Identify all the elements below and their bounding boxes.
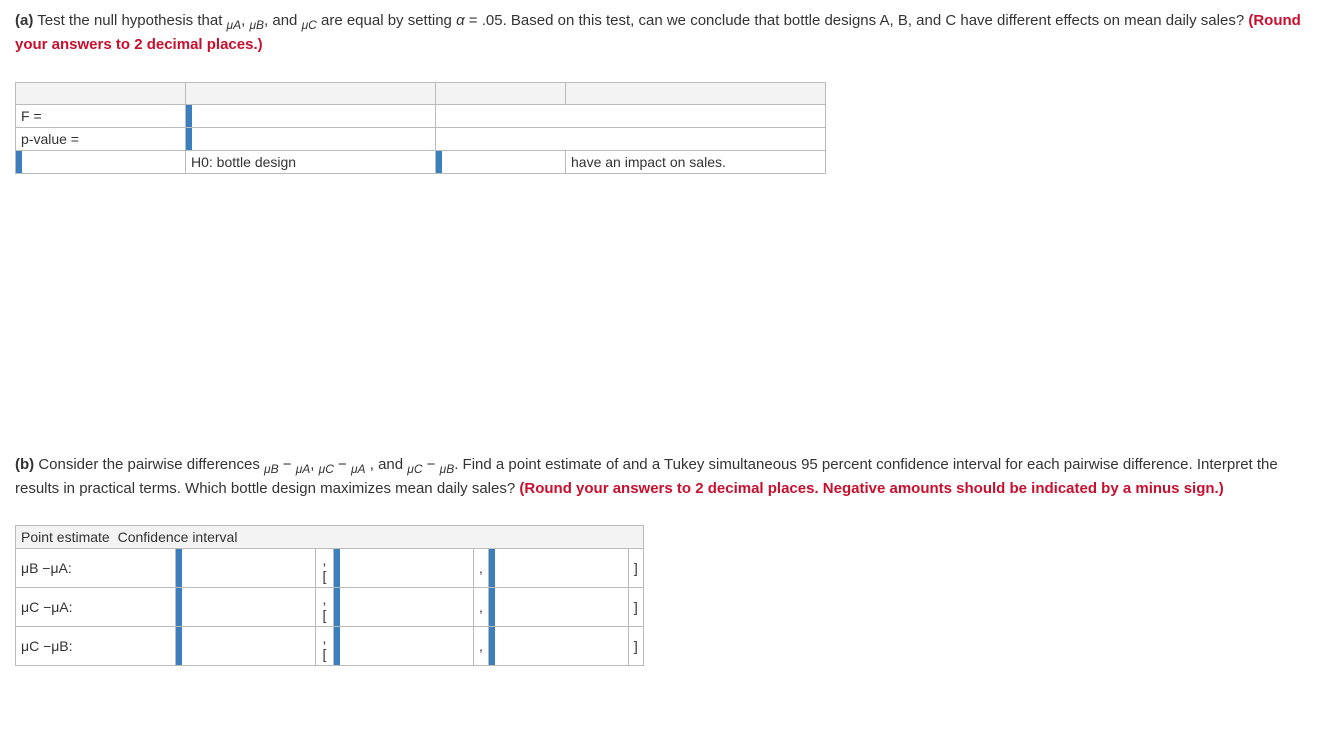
p-value-field[interactable]	[192, 128, 435, 150]
pe-cb-input[interactable]	[176, 627, 315, 665]
part-a-label: (a)	[15, 12, 33, 29]
ta-header-blank4	[566, 82, 826, 104]
ci-ba-high-field[interactable]	[495, 549, 628, 587]
f-value-field[interactable]	[192, 105, 435, 127]
decision-field[interactable]	[22, 151, 185, 173]
ta-header-blank3	[436, 82, 566, 104]
ci-cb-high-input[interactable]	[489, 627, 628, 665]
open-bracket: , [	[316, 549, 334, 588]
decision-input[interactable]	[16, 151, 185, 173]
ta-p-label: p-value =	[16, 127, 186, 150]
ci-ba-low-input[interactable]	[334, 549, 473, 587]
ci-cb-high-field[interactable]	[495, 627, 628, 665]
p-value-input[interactable]	[186, 128, 435, 150]
ci-ca-low-field[interactable]	[340, 588, 473, 626]
ci-ca-high-field[interactable]	[495, 588, 628, 626]
ci-cb-low-input[interactable]	[334, 627, 473, 665]
tb-hdr-pe: Point estimate	[21, 529, 110, 545]
pe-cb-field[interactable]	[182, 627, 315, 665]
ta-header-blank1	[16, 82, 186, 104]
h0-label: H0: bottle design	[186, 150, 436, 173]
open-bracket: , [	[316, 588, 334, 627]
pe-ba-field[interactable]	[182, 549, 315, 587]
does-field[interactable]	[442, 151, 565, 173]
pe-ca-input[interactable]	[176, 588, 315, 626]
ci-ca-low-input[interactable]	[334, 588, 473, 626]
tb-r3-label: μC −μB:	[16, 627, 176, 666]
ta-header-blank2	[186, 82, 436, 104]
pe-ca-field[interactable]	[182, 588, 315, 626]
part-b-label: (b)	[15, 456, 34, 473]
close-bracket: ]	[628, 549, 643, 588]
comma-sep: ,	[474, 627, 489, 666]
ci-cb-low-field[interactable]	[340, 627, 473, 665]
table-a: F = p-value = H0: bottle design	[15, 82, 826, 174]
close-bracket: ]	[628, 627, 643, 666]
ta-f-label: F =	[16, 104, 186, 127]
table-b: Point estimate Confidence interval μB −μ…	[15, 525, 644, 666]
ci-ba-low-field[interactable]	[340, 549, 473, 587]
tb-hdr-ci: Confidence interval	[118, 529, 238, 545]
tb-r1-label: μB −μA:	[16, 549, 176, 588]
pe-ba-input[interactable]	[176, 549, 315, 587]
comma-sep: ,	[474, 549, 489, 588]
question-a-prompt: (a) Test the null hypothesis that μA, μB…	[15, 10, 1308, 57]
impact-label: have an impact on sales.	[566, 150, 826, 173]
ci-ca-high-input[interactable]	[489, 588, 628, 626]
comma-sep: ,	[474, 588, 489, 627]
open-bracket: , [	[316, 627, 334, 666]
ci-ba-high-input[interactable]	[489, 549, 628, 587]
question-b-prompt: (b) Consider the pairwise differences μB…	[15, 454, 1308, 501]
round-instruction-b: (Round your answers to 2 decimal places.…	[519, 480, 1223, 497]
close-bracket: ]	[628, 588, 643, 627]
f-value-input[interactable]	[186, 105, 435, 127]
tb-r2-label: μC −μA:	[16, 588, 176, 627]
does-input[interactable]	[436, 151, 565, 173]
